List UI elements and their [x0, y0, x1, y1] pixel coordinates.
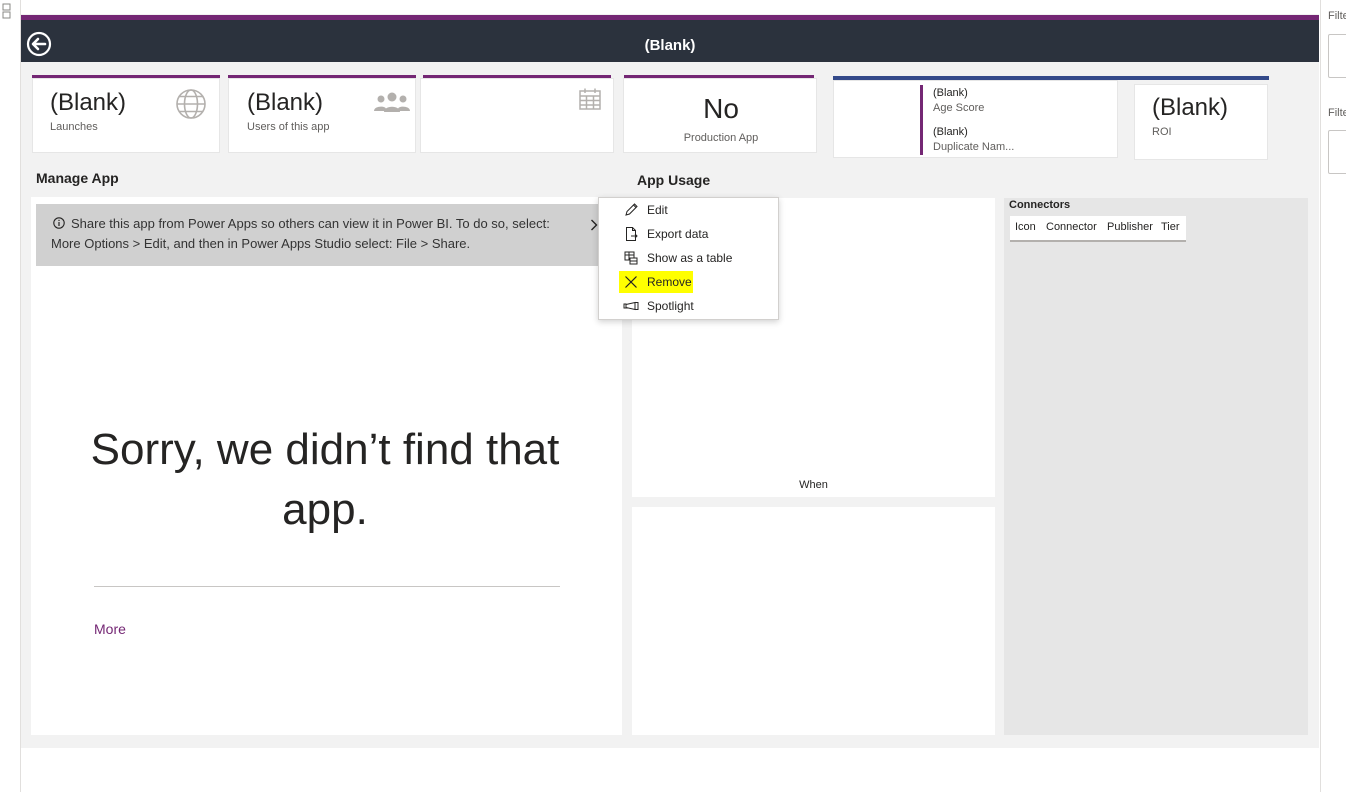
- pages-icon[interactable]: [2, 2, 12, 20]
- kpi-value: (Blank): [247, 89, 324, 116]
- more-link[interactable]: More: [94, 621, 126, 637]
- x-axis-label: When: [799, 479, 828, 491]
- row-label: Age Score: [933, 102, 985, 114]
- left-gutter: [0, 0, 21, 792]
- app-usage-chart-2[interactable]: [632, 507, 995, 735]
- not-found-message: Sorry, we didn’t find that app.: [90, 425, 560, 534]
- filters-pane: Filte Filte: [1320, 0, 1346, 792]
- column-header[interactable]: Publisher: [1107, 221, 1153, 233]
- menu-item-edit[interactable]: Edit: [599, 198, 780, 222]
- menu-item-remove[interactable]: Remove: [599, 270, 780, 294]
- close-icon: [625, 276, 637, 288]
- table-icon: [624, 251, 638, 265]
- filter-label: Filte: [1328, 107, 1346, 119]
- menu-item-spotlight[interactable]: Spotlight: [599, 294, 780, 318]
- menu-item-label: Export data: [647, 227, 709, 241]
- page-title: (Blank): [644, 37, 696, 54]
- kpi-card-launches[interactable]: (Blank) Launches: [32, 78, 220, 153]
- kpi-label: ROI: [1152, 126, 1172, 138]
- filter-well[interactable]: [1328, 130, 1346, 174]
- row-value: (Blank): [933, 126, 968, 138]
- row-label: Duplicate Nam...: [933, 141, 1015, 153]
- chevron-right-icon[interactable]: [590, 219, 598, 231]
- globe-icon: [176, 89, 206, 119]
- menu-item-label: Edit: [647, 203, 668, 217]
- kpi-card-production[interactable]: No Production App: [623, 78, 817, 153]
- kpi-card-roi[interactable]: (Blank) ROI: [1134, 84, 1268, 160]
- export-icon: [626, 227, 638, 241]
- kpi-value: No: [703, 93, 739, 124]
- divider: [94, 586, 560, 587]
- menu-item-label: Spotlight: [647, 299, 694, 313]
- kpi-card-date[interactable]: [420, 78, 614, 153]
- info-text: Share this app from Power Apps so others…: [51, 216, 550, 251]
- menu-item-label: Show as a table: [647, 251, 733, 265]
- kpi-card-users[interactable]: (Blank) Users of this app: [228, 78, 416, 153]
- row-value: (Blank): [933, 87, 968, 99]
- menu-item-label: Remove: [647, 275, 692, 289]
- connectors-panel: [1004, 198, 1308, 735]
- connectors-title: Connectors: [1009, 199, 1071, 211]
- menu-item-export-data[interactable]: Export data: [599, 222, 780, 246]
- column-header[interactable]: Tier: [1161, 221, 1180, 233]
- context-menu: Edit Export data Show as a table Remove …: [598, 197, 779, 320]
- kpi-value: (Blank): [50, 89, 127, 116]
- column-header[interactable]: Icon: [1015, 221, 1036, 233]
- manage-app-title: Manage App: [36, 170, 119, 186]
- filter-well[interactable]: [1328, 34, 1346, 78]
- row-accent-bar: [920, 85, 923, 155]
- menu-item-show-as-table[interactable]: Show as a table: [599, 246, 780, 270]
- kpi-label: Users of this app: [247, 121, 330, 133]
- kpi-value: (Blank): [1152, 94, 1229, 121]
- connectors-table[interactable]: Icon Connector Publisher Tier: [1010, 216, 1186, 242]
- app-usage-title: App Usage: [637, 172, 711, 188]
- spotlight-icon: [623, 301, 639, 311]
- users-icon: [374, 92, 410, 112]
- filter-label: Filte: [1328, 10, 1346, 22]
- pencil-icon: [625, 203, 638, 216]
- kpi-label: Launches: [50, 121, 98, 133]
- calendar-icon: [579, 88, 601, 110]
- kpi-label: Production App: [683, 132, 759, 144]
- column-header[interactable]: Connector: [1046, 221, 1097, 233]
- multi-row-card[interactable]: (Blank) Age Score (Blank) Duplicate Nam.…: [833, 80, 1118, 158]
